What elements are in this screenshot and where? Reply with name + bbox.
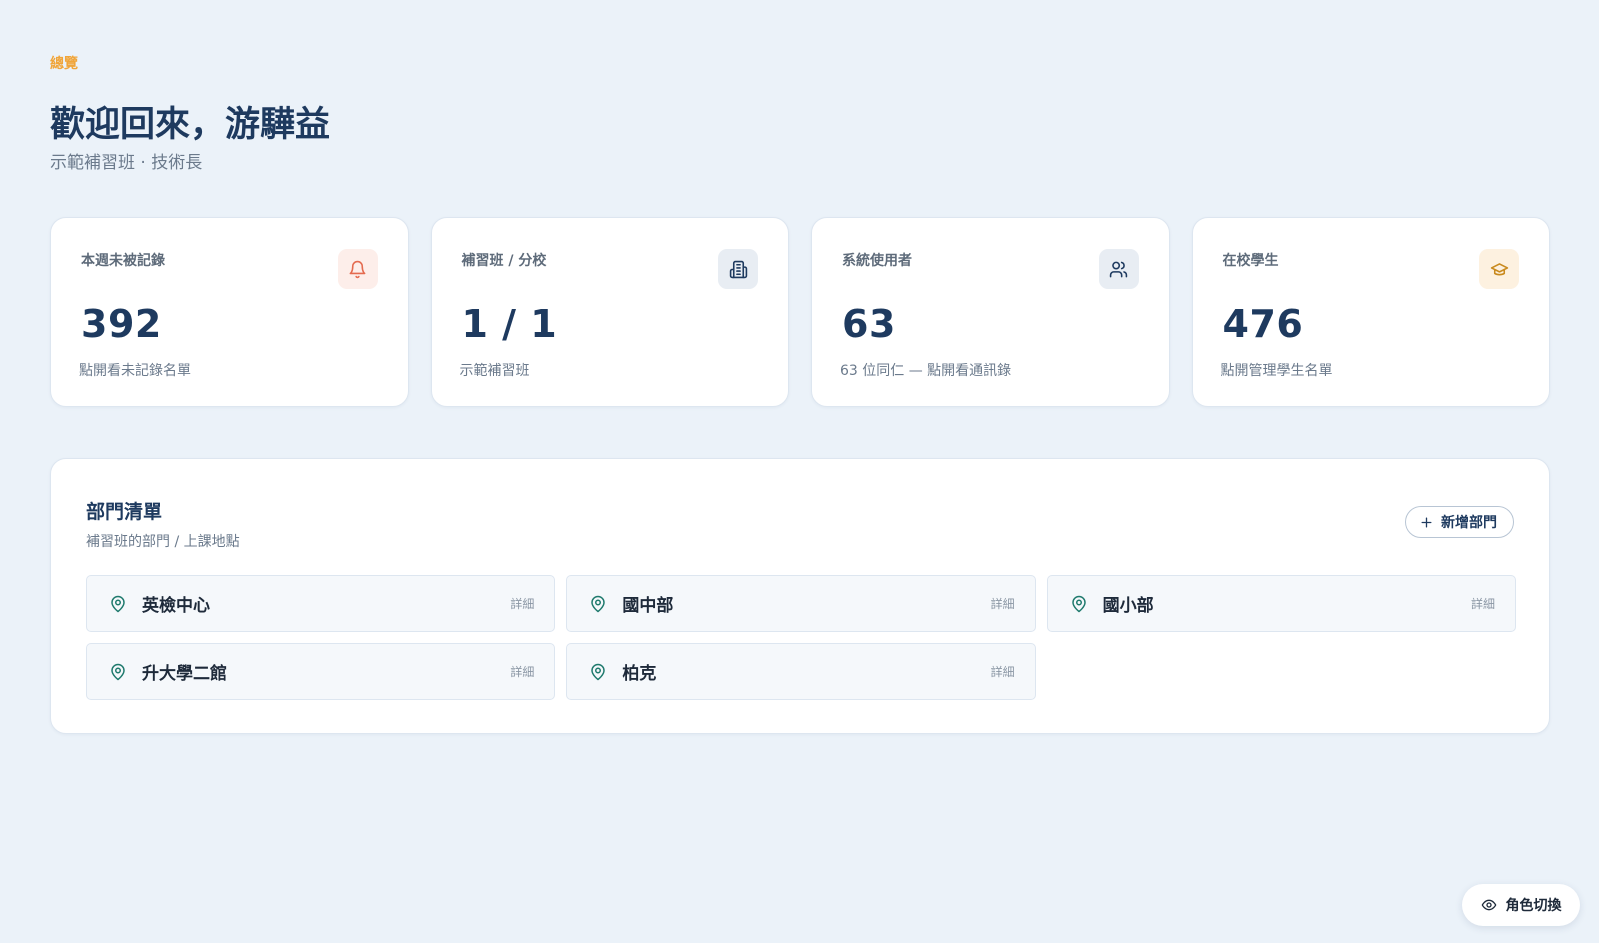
stat-value: 1 / 1 xyxy=(461,302,558,346)
department-name: 柏克 xyxy=(622,664,657,684)
stat-value: 63 xyxy=(842,302,896,346)
role-switch-button[interactable]: 角色切換 xyxy=(1462,884,1580,926)
department-name: 英檢中心 xyxy=(142,596,210,616)
department-name: 升大學二館 xyxy=(142,664,227,684)
department-detail-link[interactable]: 詳細 xyxy=(510,595,534,612)
users-icon xyxy=(1098,249,1139,289)
department-grid: 英檢中心 詳細 國中部 詳細 國小部 詳細 升大學二館 詳細 柏克 詳細 xyxy=(86,575,1516,700)
stat-value: 392 xyxy=(81,302,162,346)
department-list-card: 部門清單 補習班的部門 / 上課地點 新增部門 英檢中心 詳細 國中部 詳細 國… xyxy=(50,458,1550,734)
department-detail-link[interactable]: 詳細 xyxy=(1471,595,1495,612)
department-detail-link[interactable]: 詳細 xyxy=(991,663,1015,680)
department-name: 國小部 xyxy=(1102,596,1154,616)
add-department-button[interactable]: 新增部門 xyxy=(1405,506,1514,538)
plus-icon xyxy=(1421,517,1432,527)
role-switch-label: 角色切換 xyxy=(1505,898,1562,914)
add-department-label: 新增部門 xyxy=(1441,515,1497,531)
department-name: 國中部 xyxy=(622,596,674,616)
department-list-subtitle: 補習班的部門 / 上課地點 xyxy=(86,534,240,550)
stat-label: 補習班 / 分校 xyxy=(461,253,547,269)
department-item[interactable]: 升大學二館 詳細 xyxy=(86,643,556,700)
stat-card-unrecorded[interactable]: 本週未被記錄 392 點開看未記錄名單 xyxy=(50,217,409,407)
stat-label: 本週未被記錄 xyxy=(81,253,165,269)
stat-caption: 示範補習班 xyxy=(459,363,530,379)
department-list-title: 部門清單 xyxy=(86,501,163,523)
map-pin-icon xyxy=(1071,595,1086,612)
eye-icon xyxy=(1481,899,1496,911)
department-item[interactable]: 國中部 詳細 xyxy=(566,575,1036,632)
stat-caption: 63 位同仁 — 點開看通訊錄 xyxy=(840,363,1012,379)
department-item[interactable]: 英檢中心 詳細 xyxy=(86,575,556,632)
map-pin-icon xyxy=(111,663,125,680)
stat-caption: 點開管理學生名單 xyxy=(1220,363,1333,379)
page-title: 歡迎回來，游驊益 xyxy=(50,105,331,145)
page-eyebrow: 總覽 xyxy=(50,56,78,72)
stat-card-branches[interactable]: 補習班 / 分校 1 / 1 示範補習班 xyxy=(430,217,789,407)
stat-label: 系統使用者 xyxy=(842,253,912,269)
page-subtitle: 示範補習班 · 技術長 xyxy=(50,153,203,173)
map-pin-icon xyxy=(591,663,606,680)
department-item[interactable]: 國小部 詳細 xyxy=(1046,575,1516,632)
stats-row: 本週未被記錄 392 點開看未記錄名單 補習班 / 分校 1 / 1 示範補習班… xyxy=(50,217,1550,407)
stat-label: 在校學生 xyxy=(1222,253,1279,269)
department-detail-link[interactable]: 詳細 xyxy=(510,663,534,680)
building-icon xyxy=(718,249,758,289)
stat-caption: 點開看未記錄名單 xyxy=(79,363,191,379)
map-pin-icon xyxy=(591,595,606,612)
department-item[interactable]: 柏克 詳細 xyxy=(566,643,1036,700)
graduation-cap-icon xyxy=(1479,249,1519,289)
bell-icon xyxy=(337,249,378,289)
map-pin-icon xyxy=(111,595,125,612)
stat-value: 476 xyxy=(1222,302,1304,346)
stat-card-users[interactable]: 系統使用者 63 63 位同仁 — 點開看通訊錄 xyxy=(811,217,1170,407)
department-detail-link[interactable]: 詳細 xyxy=(991,595,1015,612)
stat-card-students[interactable]: 在校學生 476 點開管理學生名單 xyxy=(1191,217,1550,407)
